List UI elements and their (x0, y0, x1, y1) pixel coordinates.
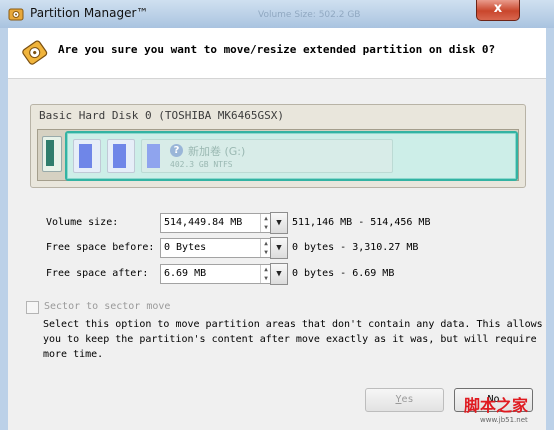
close-button[interactable]: x (476, 0, 520, 21)
close-icon: x (493, 1, 503, 16)
free-space-after-value: 6.69 MB (164, 268, 207, 279)
volume-size-dropdown[interactable]: ▼ (270, 212, 288, 234)
disk-move-icon (22, 40, 48, 65)
free-space-before-range: 0 bytes - 3,310.27 MB (292, 242, 419, 253)
unknown-status-icon: ? (170, 144, 183, 157)
free-space-before-dropdown[interactable]: ▼ (270, 237, 288, 259)
disk-partition-bar: ? 新加卷 (G:) 402.3 GB NTFS (37, 129, 519, 181)
window-frame-left (0, 28, 8, 430)
primary-partition-fill (46, 140, 54, 166)
primary-partition[interactable] (42, 136, 62, 172)
volume-size-range: 511,146 MB - 514,456 MB (292, 217, 431, 228)
window-title: Partition Manager™ (30, 6, 149, 20)
confirmation-question: Are you sure you want to move/resize ext… (58, 43, 496, 56)
logical-partition-2[interactable] (107, 139, 135, 173)
free-space-after-dropdown[interactable]: ▼ (270, 263, 288, 285)
logical-partition-fill (147, 144, 160, 168)
partition-name: 新加卷 (G:) (188, 145, 246, 158)
free-space-after-input[interactable]: 6.69 MB ▲ ▼ (160, 264, 272, 284)
volume-size-input[interactable]: 514,449.84 MB ▲ ▼ (160, 213, 272, 233)
logical-partition-fill (79, 144, 92, 168)
watermark-logo: 脚本之家 (464, 396, 529, 415)
dialog-body: Are you sure you want to move/resize ext… (8, 28, 546, 430)
partition-size: 402.3 GB NTFS (170, 160, 233, 169)
extended-partition[interactable]: ? 新加卷 (G:) 402.3 GB NTFS (65, 131, 518, 181)
volume-size-label: Volume size: (46, 217, 119, 228)
partition-manager-app-icon (8, 8, 24, 21)
watermark-url: www.jb51.net (480, 416, 528, 424)
background-window-title: Volume Size: 502.2 GB (258, 10, 361, 20)
free-space-before-input[interactable]: 0 Bytes ▲ ▼ (160, 238, 272, 258)
free-space-after-label: Free space after: (46, 268, 149, 279)
sector-to-sector-description: Select this option to move partition are… (43, 319, 543, 360)
logical-partition-fill (113, 144, 126, 168)
logical-partition-g[interactable]: ? 新加卷 (G:) 402.3 GB NTFS (141, 139, 393, 173)
free-space-before-label: Free space before: (46, 242, 155, 253)
free-space-after-range: 0 bytes - 6.69 MB (292, 268, 395, 279)
volume-size-value: 514,449.84 MB (164, 217, 243, 228)
yes-label: es (401, 394, 414, 405)
logical-partition-1[interactable] (73, 139, 101, 173)
dialog-header: Are you sure you want to move/resize ext… (8, 28, 546, 79)
sector-to-sector-checkbox[interactable] (26, 301, 39, 314)
window-frame-right (546, 28, 554, 430)
yes-button[interactable]: Yes (365, 388, 444, 412)
title-bar: Partition Manager™ Volume Size: 502.2 GB… (0, 0, 554, 29)
disk-label: Basic Hard Disk 0 (TOSHIBA MK6465GSX) (39, 109, 285, 122)
disk-map: Basic Hard Disk 0 (TOSHIBA MK6465GSX) ? … (30, 104, 526, 188)
sector-to-sector-label[interactable]: Sector to sector move (44, 301, 170, 312)
free-space-before-value: 0 Bytes (164, 242, 207, 253)
